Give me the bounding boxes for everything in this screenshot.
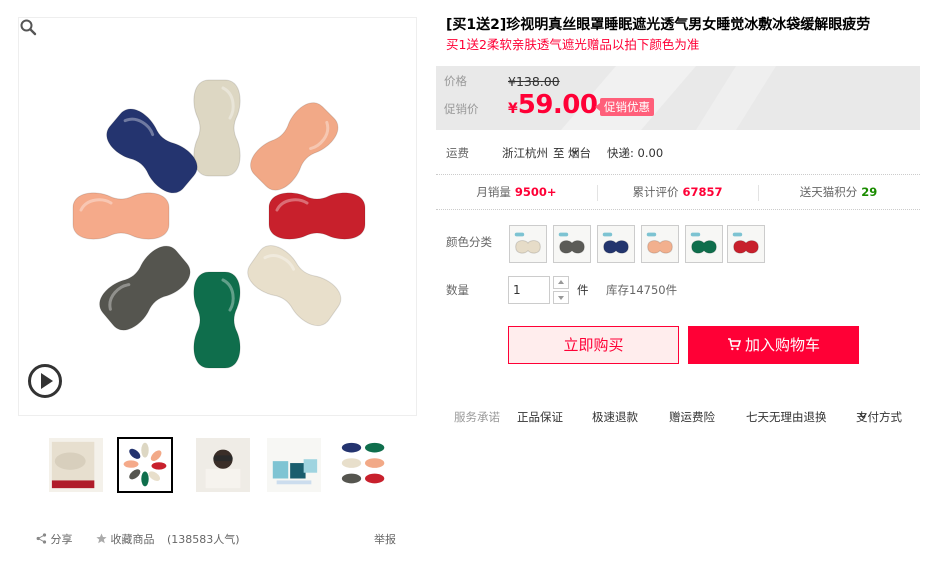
favorite-link[interactable]: 收藏商品 bbox=[96, 531, 155, 549]
quantity-unit: 件 bbox=[577, 283, 589, 297]
thumbnail-4[interactable] bbox=[266, 437, 322, 493]
shipping-from: 浙江杭州 bbox=[502, 146, 548, 160]
service-item[interactable]: 赠运费险 bbox=[669, 408, 715, 426]
service-item[interactable]: 极速退款 bbox=[592, 408, 638, 426]
review-count[interactable]: 累计评价 67857 bbox=[597, 175, 758, 209]
report-link[interactable]: 举报 bbox=[374, 531, 396, 549]
eye-mask-photo bbox=[72, 79, 366, 369]
eye-mask bbox=[72, 192, 170, 240]
price-panel: 价格 ¥138.00 促销价 ¥59.00 促销优惠 bbox=[436, 66, 920, 130]
add-to-cart-button[interactable]: 加入购物车 bbox=[688, 326, 859, 364]
monthly-sales-value: 9500+ bbox=[514, 185, 557, 199]
eye-mask bbox=[99, 245, 191, 331]
swatch-image bbox=[510, 226, 546, 262]
add-to-cart-label: 加入购物车 bbox=[744, 336, 820, 354]
eye-mask bbox=[106, 108, 198, 194]
main-product-image[interactable] bbox=[18, 17, 417, 416]
review-count-label: 累计评价 bbox=[632, 185, 679, 199]
star-icon bbox=[96, 533, 107, 544]
reward-points: 送天猫积分 29 bbox=[758, 175, 919, 209]
original-price: ¥138.00 bbox=[508, 74, 560, 89]
popularity-count: (138583人气) bbox=[167, 533, 240, 546]
share-icon bbox=[36, 533, 47, 544]
shipping-row: 运费 浙江杭州 至 烟台 快递: 0.00 bbox=[446, 144, 926, 162]
review-count-value: 67857 bbox=[682, 185, 723, 199]
promo-price: ¥59.00 bbox=[508, 90, 598, 120]
product-title: [买1送2]珍视明真丝眼罩睡眠遮光透气男女睡觉冰敷冰袋缓解眼疲劳 bbox=[446, 17, 871, 33]
product-subtitle: 买1送2柔软亲肤透气遮光赠品以拍下颜色为准 bbox=[446, 37, 700, 52]
reward-points-label: 送天猫积分 bbox=[799, 185, 858, 199]
color-swatch[interactable] bbox=[685, 225, 723, 263]
stock-count: 库存14750件 bbox=[606, 283, 678, 297]
thumbnail-1[interactable] bbox=[48, 437, 104, 493]
share-link[interactable]: 分享 bbox=[36, 531, 73, 549]
payment-methods-label: 支付方式 bbox=[856, 410, 902, 424]
monthly-sales: 月销量 9500+ bbox=[436, 175, 597, 209]
cart-icon bbox=[727, 338, 741, 351]
service-item[interactable]: 七天无理由退换 bbox=[746, 408, 827, 426]
color-swatch[interactable] bbox=[727, 225, 765, 263]
color-swatch[interactable] bbox=[597, 225, 635, 263]
eye-mask bbox=[268, 192, 366, 240]
quantity-increase-button[interactable] bbox=[553, 276, 569, 289]
swatch-image bbox=[686, 226, 722, 262]
eye-mask bbox=[193, 271, 241, 369]
quantity-input[interactable]: 1 bbox=[508, 276, 550, 304]
shipping-destination: 烟台 bbox=[568, 146, 591, 160]
favorite-label: 收藏商品 bbox=[110, 533, 155, 546]
shipping-fee: 快递: 0.00 bbox=[607, 146, 664, 160]
eye-mask bbox=[247, 245, 342, 326]
shipping-to-word: 至 bbox=[553, 146, 565, 160]
thumbnail-2[interactable] bbox=[117, 437, 173, 493]
gallery-footer: 分享 收藏商品 (138583人气) 举报 bbox=[36, 531, 400, 549]
service-item[interactable]: 正品保证 bbox=[517, 408, 563, 426]
shipping-destination-select[interactable]: 烟台 bbox=[568, 144, 591, 162]
currency-symbol: ¥ bbox=[508, 101, 518, 117]
thumbnail-3[interactable] bbox=[195, 437, 251, 493]
quantity-label: 数量 bbox=[446, 283, 469, 297]
sales-stats: 月销量 9500+ 累计评价 67857 送天猫积分 29 bbox=[436, 174, 920, 210]
thumbnail-strip bbox=[48, 437, 392, 495]
reward-points-value: 29 bbox=[861, 185, 878, 199]
thumbnail-5[interactable] bbox=[337, 437, 393, 493]
color-swatch[interactable] bbox=[641, 225, 679, 263]
shipping-label: 运费 bbox=[446, 146, 469, 160]
service-label: 服务承诺 bbox=[454, 410, 500, 424]
buy-now-button[interactable]: 立即购买 bbox=[508, 326, 679, 364]
original-price-label: 价格 bbox=[444, 74, 467, 88]
color-swatch[interactable] bbox=[509, 225, 547, 263]
promo-price-label: 促销价 bbox=[444, 102, 479, 116]
swatch-image bbox=[554, 226, 590, 262]
color-label: 颜色分类 bbox=[446, 235, 492, 249]
payment-methods-dropdown[interactable]: 支付方式 bbox=[856, 408, 902, 426]
zoom-icon[interactable] bbox=[19, 18, 37, 36]
share-label: 分享 bbox=[50, 533, 73, 546]
color-swatch[interactable] bbox=[553, 225, 591, 263]
promo-tag: 促销优惠 bbox=[595, 98, 654, 116]
swatch-image bbox=[598, 226, 634, 262]
promo-price-value: 59.00 bbox=[517, 90, 598, 120]
quantity-decrease-button[interactable] bbox=[553, 291, 569, 304]
swatch-image bbox=[728, 226, 764, 262]
service-promises: 服务承诺 正品保证 极速退款 赠运费险 七天无理由退换 支付方式 bbox=[454, 408, 924, 426]
eye-mask bbox=[193, 79, 241, 177]
monthly-sales-label: 月销量 bbox=[476, 185, 511, 199]
swatch-image bbox=[642, 226, 678, 262]
play-video-icon[interactable] bbox=[28, 364, 62, 398]
eye-mask bbox=[250, 102, 339, 191]
